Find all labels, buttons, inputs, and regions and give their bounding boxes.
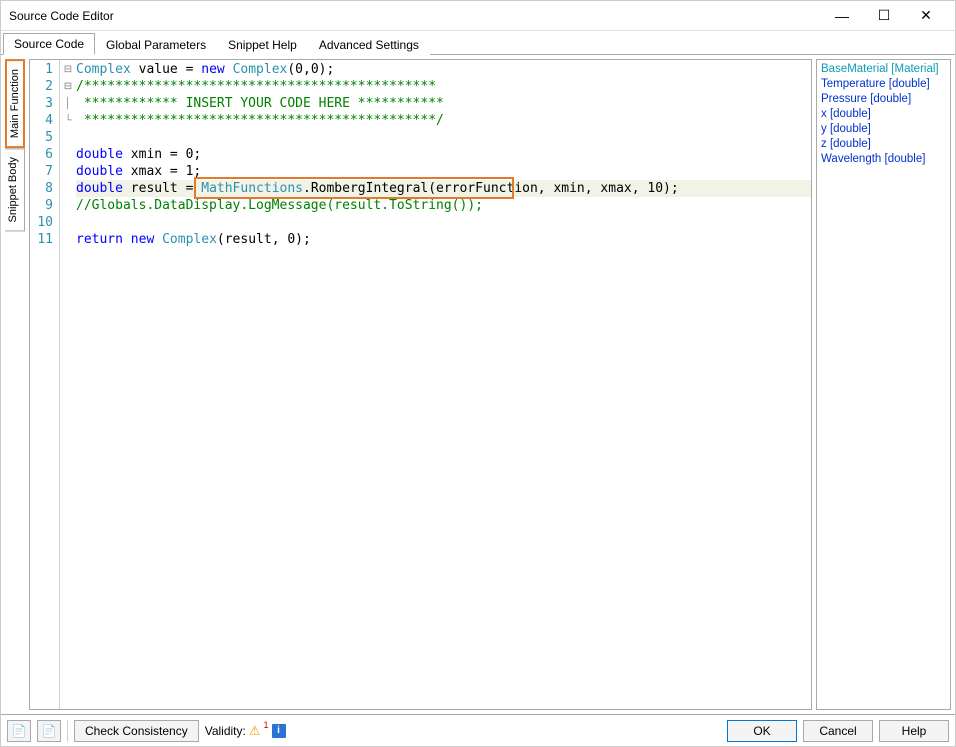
code-line[interactable] [76,214,811,231]
cancel-button[interactable]: Cancel [803,720,873,742]
help-button[interactable]: Help [879,720,949,742]
code-line[interactable]: ************ INSERT YOUR CODE HERE *****… [76,95,811,112]
line-number-gutter: 1 2 3 4 5 6 7 8 9 10 11 [30,60,60,709]
tab-global-parameters[interactable]: Global Parameters [95,34,217,55]
code-line[interactable]: /***************************************… [76,78,811,95]
line-number: 4 [30,112,59,129]
code-line-highlighted[interactable]: double result = MathFunctions.RombergInt… [76,180,811,197]
tab-snippet-help[interactable]: Snippet Help [217,34,308,55]
line-number: 2 [30,78,59,95]
check-consistency-button[interactable]: Check Consistency [74,720,199,742]
warning-count: 1 [264,720,269,730]
code-line[interactable]: Complex value = new Complex(0,0); [76,61,811,78]
bottom-bar: 📄 📄 Check Consistency Validity: ⚠1 i OK … [1,714,955,746]
top-tabs: Source Code Global Parameters Snippet He… [1,31,955,55]
export-button[interactable]: 📄 [37,720,61,742]
import-button[interactable]: 📄 [7,720,31,742]
document-arrow-icon: 📄 [42,724,57,738]
line-number: 7 [30,163,59,180]
warning-icon: ⚠ [249,723,261,739]
code-line[interactable]: return new Complex(result, 0); [76,231,811,248]
fold-marker[interactable]: ⊟ [60,61,76,78]
fold-guide: │ [60,95,76,112]
line-number: 6 [30,146,59,163]
minimize-button[interactable]: — [821,2,863,30]
fold-guide: └ [60,112,76,129]
tab-source-code[interactable]: Source Code [3,33,95,55]
symbol-item[interactable]: BaseMaterial [Material] [821,62,946,77]
symbol-item[interactable]: x [double] [821,107,946,122]
line-number: 9 [30,197,59,214]
line-number: 8 [30,180,59,197]
code-area[interactable]: Complex value = new Complex(0,0); /*****… [76,60,811,709]
code-line[interactable]: ****************************************… [76,112,811,129]
line-number: 5 [30,129,59,146]
tab-advanced-settings[interactable]: Advanced Settings [308,34,430,55]
line-number: 3 [30,95,59,112]
line-number: 10 [30,214,59,231]
fold-column: ⊟ ⊟ │ └ [60,60,76,709]
document-arrow-icon: 📄 [12,724,27,738]
code-editor[interactable]: 1 2 3 4 5 6 7 8 9 10 11 ⊟ ⊟ │ └ Complex … [29,59,812,710]
code-line[interactable]: double xmin = 0; [76,146,811,163]
maximize-button[interactable]: ☐ [863,2,905,30]
work-area: Main Function Snippet Body 1 2 3 4 5 6 7… [1,55,955,714]
validity-label: Validity: [205,724,246,738]
ok-button[interactable]: OK [727,720,797,742]
symbol-item[interactable]: Wavelength [double] [821,152,946,167]
window-buttons: — ☐ ✕ [821,2,947,30]
fold-marker[interactable]: ⊟ [60,78,76,95]
symbol-item[interactable]: y [double] [821,122,946,137]
code-line[interactable]: //Globals.DataDisplay.LogMessage(result.… [76,197,811,214]
code-line[interactable] [76,129,811,146]
vtab-main-function[interactable]: Main Function [5,59,25,148]
code-line[interactable]: double xmax = 1; [76,163,811,180]
close-button[interactable]: ✕ [905,2,947,30]
divider [67,720,68,742]
info-icon[interactable]: i [272,724,286,738]
symbol-item[interactable]: Temperature [double] [821,77,946,92]
window-title: Source Code Editor [9,9,821,23]
titlebar: Source Code Editor — ☐ ✕ [1,1,955,31]
line-number: 11 [30,231,59,248]
vtab-snippet-body[interactable]: Snippet Body [5,148,25,231]
vertical-tabs: Main Function Snippet Body [5,59,25,710]
symbol-item[interactable]: z [double] [821,137,946,152]
symbol-item[interactable]: Pressure [double] [821,92,946,107]
validity-indicator: Validity: ⚠1 i [205,723,286,739]
symbols-panel: BaseMaterial [Material] Temperature [dou… [816,59,951,710]
line-number: 1 [30,61,59,78]
